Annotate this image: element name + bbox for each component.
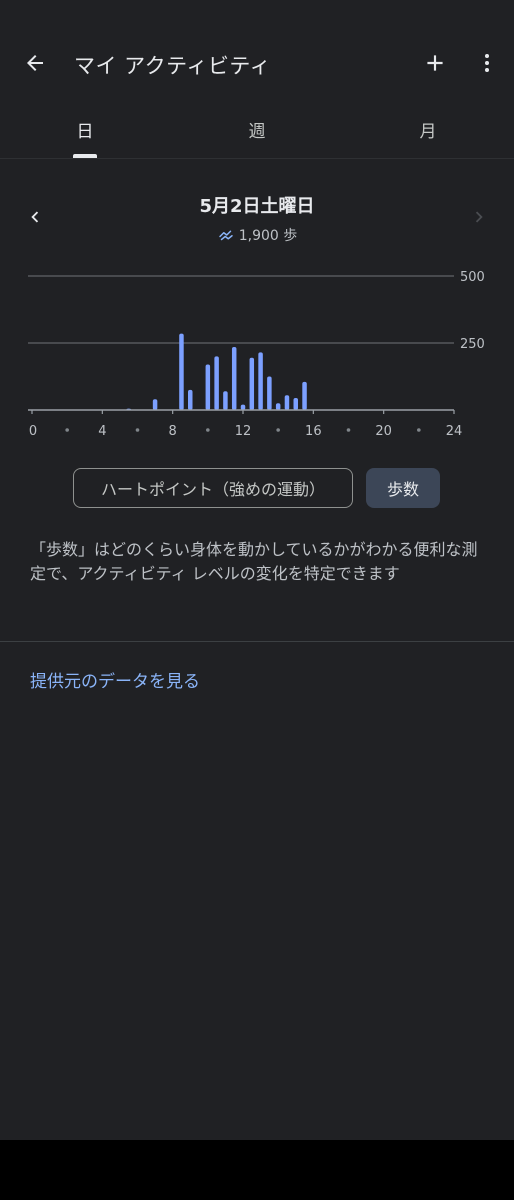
x-tick-label: 20	[375, 424, 392, 439]
x-tick-label: 8	[169, 424, 177, 439]
x-tick-label: 16	[305, 424, 322, 439]
bar	[205, 364, 211, 410]
bar	[231, 347, 237, 410]
steps-chart: 250 500 0 4 8 12 16 20 24	[28, 270, 485, 439]
app-bar: マイ アクティビティ	[0, 28, 514, 100]
screen: マイ アクティビティ 日 週 月 5月2日土曜日 1,900 歩 250 500…	[0, 0, 514, 1140]
add-icon	[427, 55, 443, 71]
view-source-data-link[interactable]: 提供元のデータを見る	[30, 667, 200, 692]
x-tick-label: 0	[29, 424, 37, 439]
bar	[152, 399, 158, 410]
x-minor-tick	[346, 428, 351, 432]
x-minor-tick	[65, 428, 69, 432]
period-tabs: 日 週 月	[0, 100, 514, 159]
tab-week[interactable]: 週	[207, 100, 307, 158]
bar	[240, 404, 246, 410]
bar	[284, 395, 290, 410]
more-vert-icon	[485, 54, 489, 72]
bar	[179, 333, 184, 410]
x-minor-tick	[417, 428, 421, 432]
bar	[249, 357, 255, 410]
x-minor-tick	[276, 428, 280, 432]
tab-month[interactable]: 月	[378, 100, 478, 158]
bar	[258, 352, 263, 410]
x-tick-label: 24	[446, 424, 463, 439]
more-options-button[interactable]	[466, 42, 508, 84]
add-button[interactable]	[414, 42, 456, 84]
back-button[interactable]	[14, 42, 56, 84]
bar	[223, 391, 228, 410]
x-tick-label: 4	[98, 424, 106, 439]
bar	[293, 397, 298, 410]
steps-count: 1,900 歩	[238, 228, 298, 244]
y-tick-label: 500	[460, 270, 485, 285]
heart-points-chip[interactable]: ハートポイント（強めの運動）	[73, 468, 353, 508]
tab-day[interactable]: 日	[35, 100, 135, 158]
page-title: マイ アクティビティ	[74, 54, 272, 78]
bar	[188, 389, 193, 410]
footsteps-icon	[218, 230, 233, 241]
steps-summary: 1,900 歩	[0, 225, 514, 245]
divider	[0, 641, 514, 642]
system-navigation-bar	[0, 1140, 514, 1200]
bar	[214, 356, 219, 410]
tab-indicator	[73, 154, 97, 158]
bar	[267, 376, 272, 410]
x-tick-label: 12	[235, 424, 252, 439]
bar	[302, 381, 307, 410]
steps-chip[interactable]: 歩数	[366, 468, 440, 508]
description-text: 「歩数」はどのくらい身体を動かしているかがわかる便利な測定で、アクティビティ レ…	[30, 540, 478, 583]
bar	[275, 403, 281, 410]
arrow-back-icon	[27, 55, 43, 71]
x-minor-tick	[206, 428, 210, 432]
date-title: 5月2日土曜日	[199, 196, 315, 217]
y-tick-label: 250	[460, 337, 485, 352]
x-minor-tick	[135, 428, 140, 432]
